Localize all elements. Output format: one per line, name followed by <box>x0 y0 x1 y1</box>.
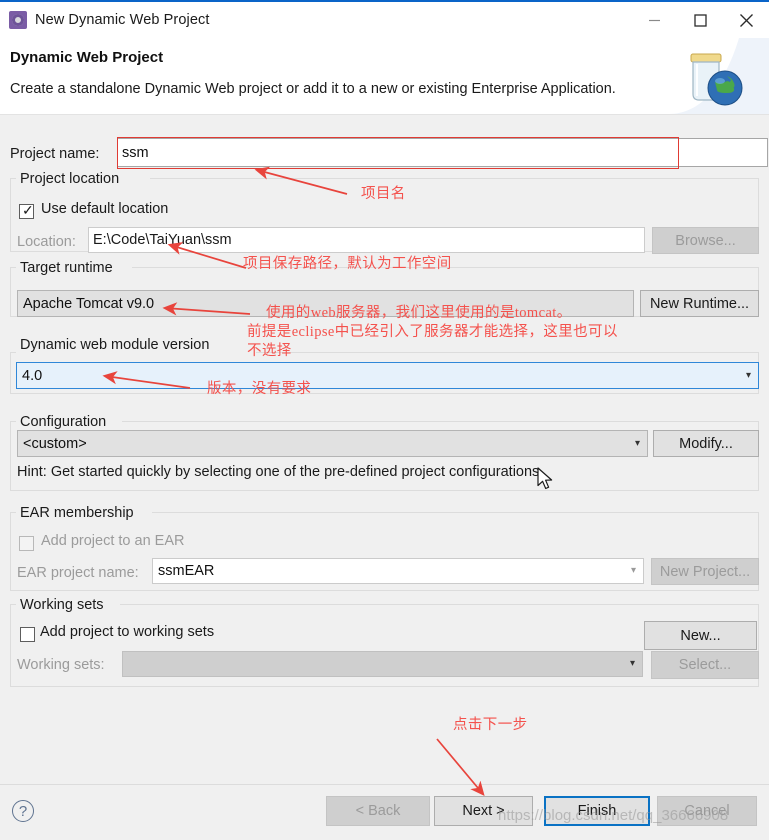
module-version-group-title: Dynamic web module version <box>16 337 214 353</box>
chevron-down-icon: ▾ <box>629 658 635 669</box>
page-title: Dynamic Web Project <box>10 49 164 66</box>
module-version-select[interactable]: 4.0 ▾ <box>16 362 759 389</box>
target-runtime-group-title: Target runtime <box>16 260 117 276</box>
maximize-icon[interactable] <box>677 2 723 38</box>
use-default-location-checkbox[interactable]: ✓ <box>19 202 34 219</box>
window-title: New Dynamic Web Project <box>35 12 210 28</box>
add-project-to-working-sets-label: Add project to working sets <box>40 624 215 640</box>
add-project-to-working-sets-checkbox[interactable] <box>20 627 35 642</box>
working-sets-label: Working sets: <box>17 657 105 673</box>
new-working-set-button[interactable]: New... <box>644 621 757 650</box>
ear-project-name-select: ssmEAR ▾ <box>152 558 644 584</box>
new-ear-project-button: New Project... <box>651 558 759 585</box>
target-runtime-value: Apache Tomcat v9.0 <box>23 295 155 312</box>
ear-membership-group-title: EAR membership <box>16 505 138 521</box>
ear-project-name-value: ssmEAR <box>158 563 215 579</box>
working-sets-group-title: Working sets <box>16 597 108 613</box>
configuration-value: <custom> <box>23 435 87 452</box>
project-name-label: Project name: <box>10 146 100 162</box>
target-runtime-select[interactable]: Apache Tomcat v9.0 <box>17 290 634 317</box>
location-input[interactable]: E:\Code\TaiYuan\ssm <box>88 227 645 253</box>
configuration-group-title: Configuration <box>16 414 111 430</box>
new-runtime-button[interactable]: New Runtime... <box>640 290 759 317</box>
title-bar: New Dynamic Web Project <box>0 2 769 38</box>
select-working-sets-button: Select... <box>651 651 759 679</box>
minimize-icon[interactable] <box>631 2 677 38</box>
close-icon[interactable] <box>723 2 769 38</box>
add-project-to-ear-checkbox <box>19 536 34 551</box>
add-project-to-ear-label: Add project to an EAR <box>41 533 185 549</box>
ear-project-name-label: EAR project name: <box>17 565 139 581</box>
finish-button[interactable]: Finish <box>544 796 650 826</box>
project-name-input[interactable]: ssm <box>117 138 768 167</box>
help-icon[interactable]: ? <box>12 800 34 822</box>
project-location-group-title: Project location <box>16 171 124 187</box>
configuration-hint: Hint: Get started quickly by selecting o… <box>17 464 544 480</box>
module-version-value: 4.0 <box>22 367 43 384</box>
dialog-footer: ? < Back Next > Finish Cancel <box>0 784 769 838</box>
project-location-group-rule <box>150 178 759 179</box>
ear-membership-group-rule <box>152 512 759 513</box>
back-button: < Back <box>326 796 430 826</box>
working-sets-group-rule <box>120 604 759 605</box>
use-default-location-label: Use default location <box>41 201 169 217</box>
new-dynamic-web-project-dialog: New Dynamic Web Project Dynamic Web Proj… <box>0 0 769 838</box>
module-version-group-rule <box>256 352 759 353</box>
configuration-group-rule <box>122 421 759 422</box>
form-body: Project name: ssm Project location ✓ Use… <box>0 115 769 785</box>
jar-with-globe-icon <box>669 38 769 114</box>
chevron-down-icon: ▾ <box>630 565 636 576</box>
wizard-banner: Dynamic Web Project Create a standalone … <box>0 38 769 114</box>
window-controls <box>631 2 769 38</box>
location-label: Location: <box>17 234 76 250</box>
checkmark-icon: ✓ <box>22 202 34 218</box>
working-sets-select: ▾ <box>122 651 643 677</box>
target-runtime-group-rule <box>132 267 759 268</box>
cancel-button: Cancel <box>657 796 757 826</box>
next-button[interactable]: Next > <box>434 796 533 826</box>
page-description: Create a standalone Dynamic Web project … <box>10 81 616 97</box>
browse-button: Browse... <box>652 227 759 254</box>
configuration-select[interactable]: <custom> ▾ <box>17 430 648 457</box>
chevron-down-icon: ▾ <box>634 437 640 449</box>
project-wizard-icon <box>9 11 27 29</box>
modify-button[interactable]: Modify... <box>653 430 759 457</box>
chevron-down-icon: ▾ <box>745 369 751 381</box>
